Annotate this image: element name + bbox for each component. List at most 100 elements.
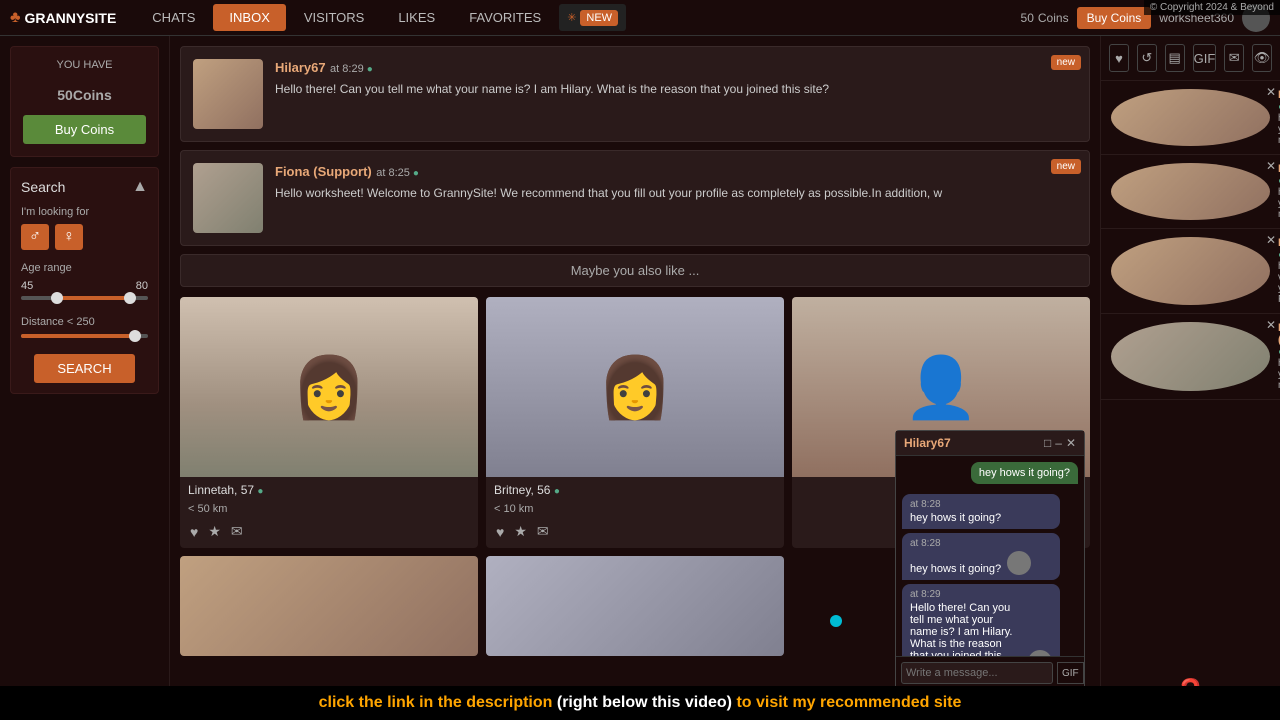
distance-thumb[interactable] bbox=[129, 330, 141, 342]
search-header: Search ▲ bbox=[21, 178, 148, 196]
distance-label: Distance < 250 bbox=[21, 316, 148, 328]
chat-popup: Hilary67 □ – ✕ hey hows it going? at 8:2… bbox=[895, 430, 1085, 690]
message-button-britney[interactable]: ✉ bbox=[535, 521, 551, 542]
banner-text-orange: click the link in the description bbox=[319, 694, 553, 711]
tab-likes[interactable]: LIKES bbox=[382, 4, 451, 31]
mail-icon-btn[interactable]: ✉ bbox=[1224, 44, 1244, 72]
search-button[interactable]: SEARCH bbox=[34, 354, 136, 383]
star-button-britney[interactable]: ★ bbox=[512, 521, 529, 542]
nav-tabs: CHATS INBOX VISITORS LIKES FAVORITES ✳ N… bbox=[136, 4, 626, 31]
chat-msg-time-2: at 8:28 bbox=[910, 538, 1052, 549]
age-min-thumb[interactable] bbox=[51, 292, 63, 304]
notif-avatar-1 bbox=[1111, 89, 1270, 146]
star-icon: ✳ bbox=[567, 11, 576, 24]
notification-2[interactable]: Hilary67 ● at 8:27 has sent you a messag… bbox=[1101, 155, 1280, 229]
age-range-track[interactable] bbox=[21, 296, 148, 300]
notif-close-4[interactable]: ✕ bbox=[1266, 318, 1276, 332]
age-max-thumb[interactable] bbox=[124, 292, 136, 304]
notification-4[interactable]: Fiona (Support) ● at 8:25 has sent you a… bbox=[1101, 314, 1280, 400]
notif-close-1[interactable]: ✕ bbox=[1266, 85, 1276, 99]
user-card-britney[interactable]: 👩 Britney, 56 ● < 10 km ♥ ★ ✉ bbox=[486, 297, 784, 548]
msg-content-fiona: Fiona (Support) at 8:25 ● Hello workshee… bbox=[275, 163, 1077, 233]
chat-close-icon[interactable]: ✕ bbox=[1066, 436, 1076, 450]
star-button-linnetah[interactable]: ★ bbox=[206, 521, 223, 542]
notification-1[interactable]: Hilary67 ● at 8:29 has sent you a messag… bbox=[1101, 81, 1280, 155]
site-logo: ♣ GRANNYSITE bbox=[10, 9, 116, 27]
new-badge[interactable]: ✳ NEW bbox=[559, 4, 626, 31]
tab-favorites[interactable]: FAVORITES bbox=[453, 4, 557, 31]
left-sidebar: YOU HAVE 50Coins Buy Coins Search ▲ I'm … bbox=[0, 36, 170, 720]
eye-icon-btn[interactable]: 👁 bbox=[1252, 44, 1272, 72]
you-have-label: YOU HAVE bbox=[23, 59, 146, 71]
age-values: 45 80 bbox=[21, 280, 148, 292]
tab-chats[interactable]: CHATS bbox=[136, 4, 211, 31]
coins-amount: 50Coins bbox=[23, 75, 146, 107]
chat-msg-sent-text-1: hey hows it going? bbox=[971, 462, 1078, 484]
distance-range-track[interactable] bbox=[21, 334, 148, 338]
person-silhouette-linnetah: 👩 bbox=[180, 297, 478, 477]
chat-msg-time-3: at 8:29 bbox=[910, 589, 1052, 600]
msg-sender-fiona: Fiona (Support) at 8:25 ● bbox=[275, 163, 1077, 181]
buy-coins-button[interactable]: Buy Coins bbox=[23, 115, 146, 144]
coins-label: Coins bbox=[1038, 11, 1069, 25]
chat-gif-button[interactable]: GIF bbox=[1057, 662, 1084, 684]
received-avatar-2 bbox=[1007, 551, 1031, 575]
chat-minimize-icon[interactable]: – bbox=[1055, 436, 1062, 450]
age-range-fill bbox=[57, 296, 131, 300]
chat-messages: hey hows it going? at 8:28 hey hows it g… bbox=[896, 456, 1084, 656]
buy-coins-button-top[interactable]: Buy Coins bbox=[1077, 7, 1152, 29]
card-name-britney: Britney, 56 ● bbox=[494, 483, 560, 497]
refresh-icon-btn[interactable]: ↺ bbox=[1137, 44, 1157, 72]
gender-buttons: ♂ ♀ bbox=[21, 224, 148, 250]
maybe-like-section: Maybe you also like ... bbox=[180, 254, 1090, 287]
like-button-britney[interactable]: ♥ bbox=[494, 521, 506, 542]
chat-resize-icon[interactable]: □ bbox=[1044, 436, 1051, 450]
card-distance-linnetah: < 50 km bbox=[180, 503, 478, 521]
chat-sent-1: hey hows it going? bbox=[902, 462, 1078, 488]
gender-female-button[interactable]: ♀ bbox=[55, 224, 83, 250]
search-toggle[interactable]: ▲ bbox=[132, 178, 148, 196]
tab-visitors[interactable]: VISITORS bbox=[288, 4, 380, 31]
site-name: GRANNYSITE bbox=[25, 10, 117, 26]
looking-for-label: I'm looking for bbox=[21, 206, 148, 218]
coins-display: 50 Coins bbox=[1021, 11, 1069, 25]
notif-avatar-4 bbox=[1111, 322, 1270, 391]
age-min-value: 45 bbox=[21, 280, 33, 292]
msg-content-hilary: Hilary67 at 8:29 ● Hello there! Can you … bbox=[275, 59, 1077, 129]
card-actions-linnetah: ♥ ★ ✉ bbox=[180, 521, 478, 548]
msg-text-hilary: Hello there! Can you tell me what your n… bbox=[275, 81, 1077, 98]
banner-text-white: (right below this video) bbox=[557, 694, 737, 711]
gender-male-button[interactable]: ♂ bbox=[21, 224, 49, 250]
online-britney: ● bbox=[554, 486, 560, 497]
card-image-row2-1 bbox=[180, 556, 478, 656]
online-indicator: ● bbox=[367, 64, 373, 75]
chat-popup-header: Hilary67 □ – ✕ bbox=[896, 431, 1084, 456]
sidebar-action-icons: ♥ ↺ ▤ GIF ✉ 👁 bbox=[1101, 36, 1280, 81]
coins-count: 50 bbox=[1021, 11, 1034, 25]
heart-icon-btn[interactable]: ♥ bbox=[1109, 44, 1129, 72]
tab-inbox[interactable]: INBOX bbox=[213, 4, 285, 31]
user-card-row2-2[interactable] bbox=[486, 556, 784, 656]
notif-close-3[interactable]: ✕ bbox=[1266, 233, 1276, 247]
notif-close-2[interactable]: ✕ bbox=[1266, 159, 1276, 173]
grid-icon-btn[interactable]: ▤ bbox=[1165, 44, 1185, 72]
gif-icon-btn[interactable]: GIF bbox=[1193, 44, 1217, 72]
card-image-row2-2 bbox=[486, 556, 784, 656]
bottom-banner: click the link in the description (right… bbox=[0, 686, 1280, 720]
notification-3[interactable]: Hilary67 ● at 8:27 has visited your Prof… bbox=[1101, 229, 1280, 314]
search-title: Search bbox=[21, 179, 65, 195]
message-button-linnetah[interactable]: ✉ bbox=[229, 521, 245, 542]
new-label: NEW bbox=[580, 10, 618, 26]
user-card-row2-1[interactable] bbox=[180, 556, 478, 656]
chat-message-input[interactable] bbox=[901, 662, 1053, 684]
card-info-linnetah: Linnetah, 57 ● bbox=[180, 477, 478, 503]
msg-text-fiona: Hello worksheet! Welcome to GrannySite! … bbox=[275, 185, 1077, 202]
inbox-message-fiona[interactable]: Fiona (Support) at 8:25 ● Hello workshee… bbox=[180, 150, 1090, 246]
like-button-linnetah[interactable]: ♥ bbox=[188, 521, 200, 542]
card-actions-britney: ♥ ★ ✉ bbox=[486, 521, 784, 548]
inbox-message-hilary[interactable]: Hilary67 at 8:29 ● Hello there! Can you … bbox=[180, 46, 1090, 142]
user-card-linnetah[interactable]: 👩 Linnetah, 57 ● < 50 km ♥ ★ ✉ bbox=[180, 297, 478, 548]
card-image-linnetah: 👩 bbox=[180, 297, 478, 477]
card-distance-britney: < 10 km bbox=[486, 503, 784, 521]
female-icon: ♀ bbox=[63, 228, 75, 245]
